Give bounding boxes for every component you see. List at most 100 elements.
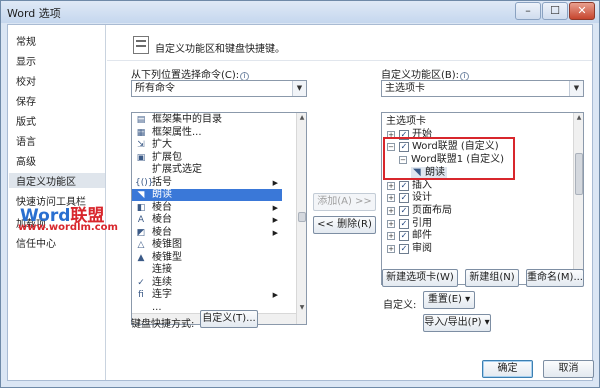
rename-button[interactable]: 重命名(M)... bbox=[526, 269, 584, 287]
ribbon-tabs-dropdown[interactable]: 主选项卡 ▼ bbox=[381, 80, 584, 97]
remove-button[interactable]: << 删除(R) bbox=[313, 216, 376, 234]
tree-item-label: 主选项卡 bbox=[386, 116, 426, 127]
command-item[interactable]: A 棱台 ▶ bbox=[132, 214, 282, 226]
nav-item-customize-ribbon[interactable]: 自定义功能区 bbox=[9, 173, 105, 188]
tree-item[interactable]: + ✓ 引用 bbox=[382, 218, 572, 230]
chevron-down-icon[interactable]: ▼ bbox=[569, 81, 583, 96]
commands-vertical-scrollbar[interactable]: ▲ ▼ bbox=[296, 113, 306, 324]
nav-item-typography[interactable]: 版式 bbox=[16, 113, 36, 128]
brackets-icon: {()} bbox=[135, 177, 154, 188]
submenu-arrow-icon: ▶ bbox=[272, 216, 278, 224]
expand-icon[interactable]: + bbox=[387, 219, 395, 228]
scroll-up-icon[interactable]: ▲ bbox=[574, 113, 583, 123]
blank-icon bbox=[135, 302, 147, 314]
command-label: 扩展式选定 bbox=[152, 164, 202, 175]
checkbox[interactable]: ✓ bbox=[399, 231, 409, 242]
choose-commands-dropdown[interactable]: 所有命令 ▼ bbox=[131, 80, 307, 97]
command-label: 扩大 bbox=[152, 139, 172, 150]
scroll-thumb[interactable] bbox=[575, 153, 583, 195]
command-item[interactable]: ⇲ 扩大 bbox=[132, 139, 282, 151]
nav-item-language[interactable]: 语言 bbox=[16, 133, 36, 148]
table-of-contents-icon: ▤ bbox=[136, 115, 146, 125]
add-button[interactable]: 添加(A) >> bbox=[313, 193, 376, 211]
scroll-up-icon[interactable]: ▲ bbox=[297, 113, 306, 123]
nav-item-advanced[interactable]: 高级 bbox=[16, 153, 36, 168]
check-icon: ✓ bbox=[137, 277, 145, 288]
command-item[interactable]: ✓ 连续 bbox=[132, 277, 282, 289]
command-label: 棱台 bbox=[152, 201, 172, 213]
read-aloud-icon: ◥ bbox=[137, 190, 145, 200]
command-label: 朗读 bbox=[152, 189, 172, 200]
reset-button[interactable]: 重置(E) ▾ bbox=[423, 291, 475, 309]
command-label: 棱锥型 bbox=[152, 251, 182, 263]
checkbox[interactable]: ✓ bbox=[399, 205, 409, 216]
scroll-thumb[interactable] bbox=[298, 212, 306, 222]
command-item[interactable]: ▲ 棱锥型 bbox=[132, 252, 282, 264]
new-tab-button[interactable]: 新建选项卡(W) bbox=[382, 269, 458, 287]
tree-item[interactable]: + ✓ 设计 bbox=[382, 192, 572, 204]
command-item[interactable]: ◩ 棱台 ▶ bbox=[132, 227, 282, 239]
checkbox[interactable]: ✓ bbox=[399, 244, 409, 254]
expand-icon: ⇲ bbox=[137, 140, 145, 150]
customize-ribbon-page: 自定义功能区和键盘快捷键。 从下列位置选择命令(C): i 所有命令 ▼ ▤ 框架集… bbox=[107, 25, 594, 380]
nav-item-trust-center[interactable]: 信任中心 bbox=[16, 235, 56, 250]
command-label: 连字 bbox=[152, 289, 172, 300]
command-label: 棱台 bbox=[152, 226, 172, 238]
command-label: 棱锥图 bbox=[152, 239, 182, 250]
pyramid-icon: ▲ bbox=[137, 252, 145, 263]
expand-icon[interactable]: + bbox=[387, 181, 395, 190]
word-options-window: Word 选项 – ☐ ✕ 常规 显示 校对 保存 版式 语言 高级 自定义功能… bbox=[0, 0, 600, 388]
expand-icon[interactable]: + bbox=[387, 194, 395, 203]
ok-button[interactable]: 确定 bbox=[482, 360, 533, 378]
watermark-url: www.wordlm.com bbox=[18, 222, 118, 233]
tree-item[interactable]: + ✓ 页面布局 bbox=[382, 205, 572, 217]
command-item[interactable]: ▤ 框架集中的目录 bbox=[132, 114, 282, 126]
expand-pack-icon: ▣ bbox=[136, 152, 146, 163]
command-item[interactable]: ◧ 棱台 ▶ bbox=[132, 202, 282, 214]
maximize-icon[interactable]: ☐ bbox=[542, 2, 568, 20]
checkbox[interactable]: ✓ bbox=[399, 193, 409, 204]
header-divider bbox=[107, 60, 592, 61]
command-item[interactable]: 扩展式选定 bbox=[132, 164, 282, 176]
highlight-annotation bbox=[383, 137, 515, 180]
ribbon-tabs-value: 主选项卡 bbox=[385, 83, 425, 94]
command-item[interactable]: △ 棱锥图 bbox=[132, 239, 282, 251]
expand-icon[interactable]: + bbox=[387, 232, 395, 241]
scroll-down-icon[interactable]: ▼ bbox=[297, 303, 306, 313]
chevron-down-icon[interactable]: ▼ bbox=[292, 81, 306, 96]
command-item[interactable]: 连接 bbox=[132, 264, 282, 276]
cancel-button[interactable]: 取消 bbox=[543, 360, 594, 378]
nav-item-proofing[interactable]: 校对 bbox=[16, 73, 36, 88]
keyboard-shortcuts-label: 键盘快捷方式: bbox=[131, 319, 195, 330]
new-group-button[interactable]: 新建组(N) bbox=[465, 269, 519, 287]
expand-icon[interactable]: + bbox=[387, 206, 395, 215]
close-icon[interactable]: ✕ bbox=[569, 2, 595, 20]
import-export-button[interactable]: 导入/导出(P) ▾ bbox=[423, 314, 491, 332]
tree-header[interactable]: 主选项卡 bbox=[382, 116, 572, 128]
page-title: 自定义功能区和键盘快捷键。 bbox=[155, 44, 285, 55]
tree-item[interactable]: + ✓ 插入 bbox=[382, 180, 572, 192]
command-item[interactable]: ﬁ 连字 ▶ bbox=[132, 289, 282, 301]
command-item[interactable]: {()} 括号 ▶ bbox=[132, 177, 282, 189]
minimize-icon[interactable]: – bbox=[515, 2, 541, 20]
checkbox[interactable]: ✓ bbox=[399, 180, 409, 191]
command-item[interactable]: ▣ 扩展包 bbox=[132, 152, 282, 164]
frame-properties-icon: ▦ bbox=[136, 127, 146, 138]
customize-keyboard-button[interactable]: 自定义(T)... bbox=[200, 310, 258, 328]
command-item[interactable]: ◥ 朗读 bbox=[132, 189, 282, 201]
nav-item-save[interactable]: 保存 bbox=[16, 93, 36, 108]
ribbon-tree-scrollbar[interactable]: ▲ ▼ bbox=[573, 113, 583, 284]
submenu-arrow-icon: ▶ bbox=[272, 228, 278, 237]
customizations-label: 自定义: bbox=[383, 300, 417, 311]
title-bar[interactable]: Word 选项 – ☐ ✕ bbox=[1, 1, 599, 23]
command-item[interactable]: ▦ 框架属性... bbox=[132, 127, 282, 139]
checkbox[interactable]: ✓ bbox=[399, 218, 409, 229]
commands-list[interactable]: ▤ 框架集中的目录 ▦ 框架属性... ⇲ 扩大 ▣ 扩展包 扩展式选定 {()} 括号 ▶ ◥ 朗读 ◧ 棱… bbox=[131, 112, 307, 325]
bevel-shape-icon: ◩ bbox=[136, 227, 146, 238]
nav-item-display[interactable]: 显示 bbox=[16, 53, 36, 68]
nav-item-general[interactable]: 常规 bbox=[16, 33, 36, 48]
tree-item[interactable]: + ✓ 审阅 bbox=[382, 243, 572, 255]
expand-icon[interactable]: + bbox=[387, 245, 395, 253]
tree-item[interactable]: + ✓ 邮件 bbox=[382, 230, 572, 242]
command-label: 括号 bbox=[152, 176, 172, 188]
